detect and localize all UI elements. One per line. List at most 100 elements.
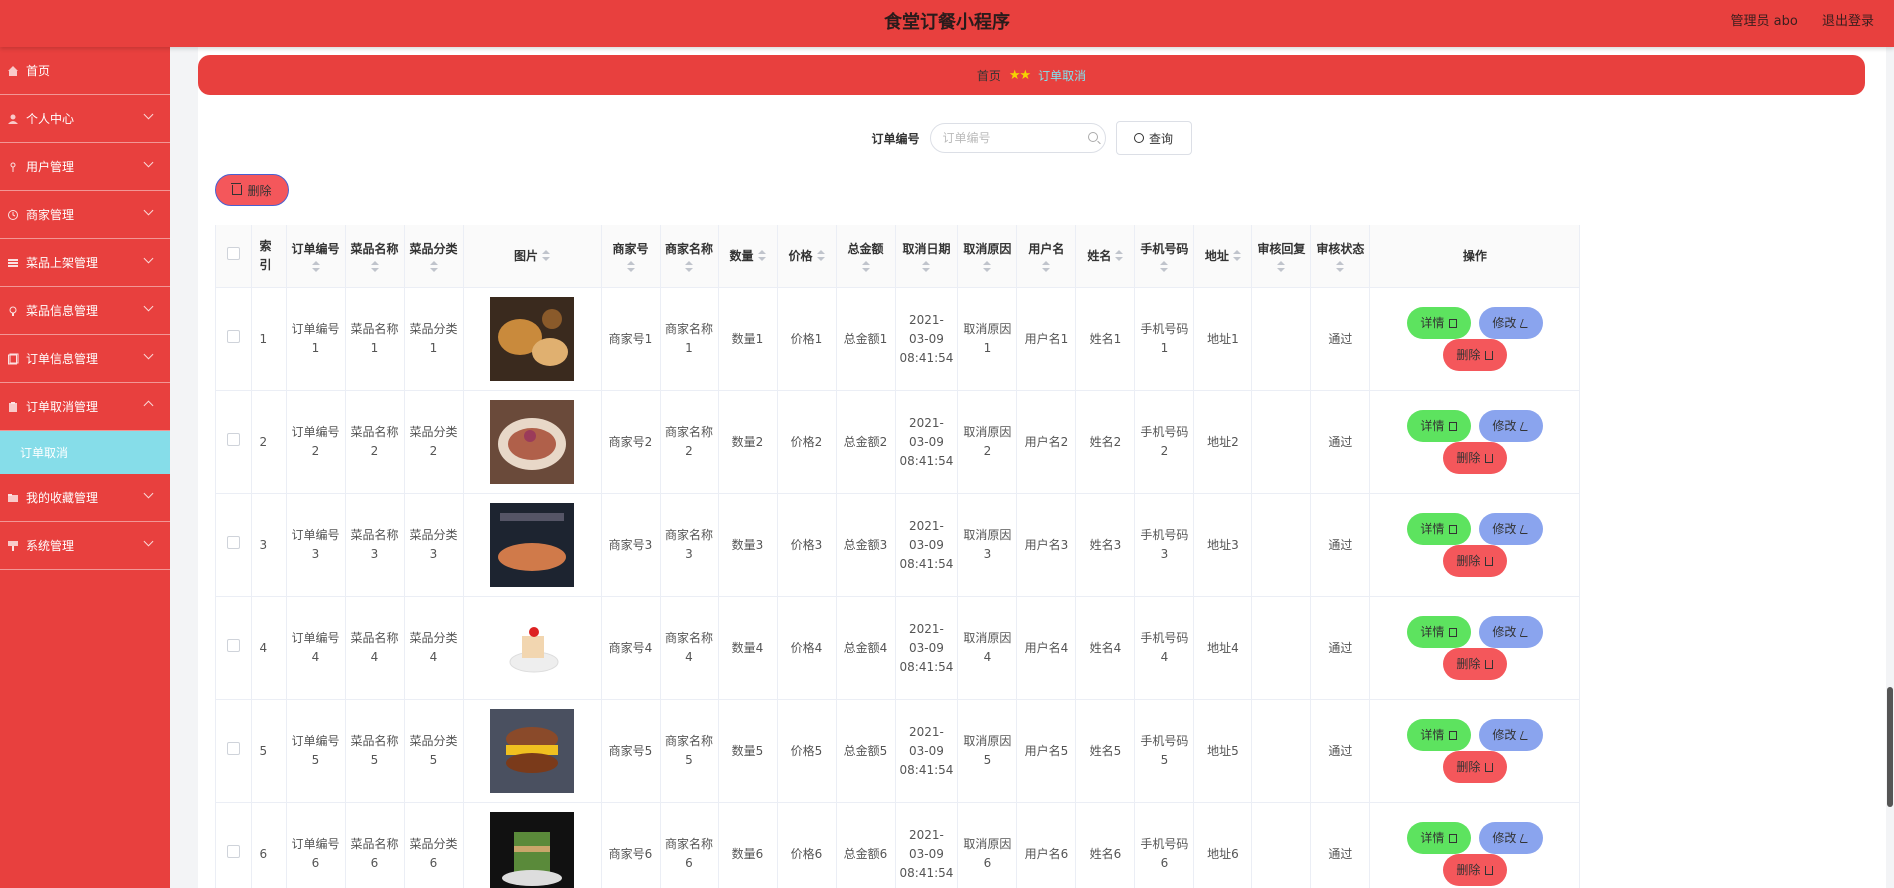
- delete-button[interactable]: 删除: [1442, 648, 1507, 680]
- col-cancel-reason[interactable]: 取消原因: [957, 225, 1018, 288]
- col-merchant-no[interactable]: 商家号: [601, 225, 661, 288]
- detail-button[interactable]: 详情: [1406, 410, 1471, 442]
- sort-icon[interactable]: [1277, 260, 1286, 273]
- col-cancel-date[interactable]: 取消日期: [895, 225, 959, 288]
- table-body: 1 订单编号1 菜品名称1 菜品分类1 商家号1 商家名称1 数量1 价格1 总金额1 2021-…: [216, 287, 1581, 888]
- sort-icon[interactable]: [685, 260, 693, 273]
- col-image[interactable]: 图片: [463, 225, 602, 288]
- col-dish-name[interactable]: 菜品名称: [345, 225, 405, 288]
- col-index: 索引: [251, 225, 287, 288]
- cell-cancel-reason: 取消原因1: [957, 287, 1018, 391]
- delete-button[interactable]: 删除: [1442, 442, 1507, 474]
- query-button[interactable]: 查询: [1115, 121, 1192, 155]
- sort-icon[interactable]: [1115, 250, 1124, 262]
- edit-label: 修改: [1492, 418, 1517, 433]
- edit-button[interactable]: 修改: [1478, 719, 1543, 751]
- edit-button[interactable]: 修改: [1478, 307, 1543, 339]
- sidebar-item-dish-info[interactable]: 菜品信息管理: [0, 287, 170, 335]
- logout-link[interactable]: 退出登录: [1822, 14, 1874, 29]
- col-review-reply[interactable]: 审核回复: [1251, 225, 1312, 288]
- cell-cancel-date: 2021-03-09 08:41:54: [895, 287, 959, 391]
- sort-icon[interactable]: [370, 260, 379, 273]
- sort-icon[interactable]: [816, 250, 825, 262]
- edit-button[interactable]: 修改: [1478, 513, 1543, 545]
- cell-order-no: 订单编号6: [286, 802, 346, 888]
- col-review-status[interactable]: 审核状态: [1310, 225, 1371, 288]
- cell-dish-cat: 菜品分类1: [404, 287, 464, 391]
- cell-review-reply: [1251, 493, 1312, 597]
- cell-merchant-name: 商家名称1: [660, 287, 719, 391]
- select-all-checkbox[interactable]: [226, 246, 240, 260]
- table-row: 5 订单编号5 菜品名称5 菜品分类5 商家号5 商家名称5 数量5 价格5 总金额5 2021-…: [216, 699, 1581, 803]
- detail-button[interactable]: 详情: [1406, 307, 1471, 339]
- col-total[interactable]: 总金额: [836, 225, 896, 288]
- detail-button[interactable]: 详情: [1406, 822, 1471, 854]
- cell-username: 用户名2: [1016, 390, 1077, 494]
- sidebar-item-dish-listing[interactable]: 菜品上架管理: [0, 239, 170, 287]
- sort-icon[interactable]: [983, 260, 992, 273]
- sort-icon[interactable]: [922, 260, 931, 273]
- sidebar-item-users[interactable]: 用户管理: [0, 143, 170, 191]
- current-user: 管理员 abo: [1730, 14, 1798, 29]
- col-dish-category[interactable]: 菜品分类: [404, 225, 464, 288]
- row-checkbox[interactable]: [226, 844, 240, 858]
- cell-review-status: 通过: [1310, 287, 1371, 391]
- chevron-down-icon: [143, 109, 154, 120]
- sidebar-item-order-cancel[interactable]: 订单取消管理: [0, 383, 170, 431]
- batch-delete-button[interactable]: 删除: [215, 174, 289, 206]
- sort-icon[interactable]: [429, 260, 438, 273]
- list-icon: [6, 256, 20, 270]
- scrollbar-thumb[interactable]: [1887, 687, 1893, 807]
- edit-button[interactable]: 修改: [1478, 410, 1543, 442]
- page-scrollbar[interactable]: [1886, 47, 1894, 888]
- sort-icon[interactable]: [311, 260, 320, 273]
- detail-button[interactable]: 详情: [1406, 513, 1471, 545]
- sidebar-item-merchants[interactable]: 商家管理: [0, 191, 170, 239]
- search-field-wrap: [929, 123, 1106, 153]
- cell-username: 用户名5: [1016, 699, 1077, 803]
- row-checkbox[interactable]: [226, 432, 240, 446]
- row-checkbox[interactable]: [226, 535, 240, 549]
- col-price[interactable]: 价格: [777, 225, 837, 288]
- sidebar-item-home[interactable]: 首页: [0, 47, 170, 95]
- delete-button[interactable]: 删除: [1442, 854, 1507, 886]
- delete-label: 删除: [1456, 656, 1481, 671]
- sort-icon[interactable]: [861, 260, 870, 273]
- detail-button[interactable]: 详情: [1406, 719, 1471, 751]
- breadcrumb-home[interactable]: 首页: [977, 67, 1001, 84]
- sort-icon[interactable]: [1232, 250, 1241, 262]
- sort-icon[interactable]: [542, 250, 550, 262]
- row-checkbox[interactable]: [226, 638, 240, 652]
- col-order-no[interactable]: 订单编号: [286, 225, 346, 288]
- delete-button[interactable]: 删除: [1442, 545, 1507, 577]
- sort-icon[interactable]: [757, 250, 766, 262]
- sidebar-item-label: 菜品信息管理: [26, 304, 99, 318]
- sidebar-item-personal[interactable]: 个人中心: [0, 95, 170, 143]
- sort-icon[interactable]: [1336, 260, 1345, 273]
- delete-button[interactable]: 删除: [1442, 751, 1507, 783]
- edit-button[interactable]: 修改: [1478, 616, 1543, 648]
- row-checkbox[interactable]: [226, 741, 240, 755]
- col-quantity[interactable]: 数量: [718, 225, 778, 288]
- sidebar-item-system[interactable]: 系统管理: [0, 522, 170, 570]
- submenu-item-order-cancel[interactable]: 订单取消: [0, 431, 170, 474]
- sort-icon[interactable]: [626, 260, 635, 273]
- dish-image: [490, 606, 574, 690]
- search-input[interactable]: [929, 123, 1106, 153]
- edit-button[interactable]: 修改: [1478, 822, 1543, 854]
- sort-icon[interactable]: [1042, 260, 1051, 273]
- col-name[interactable]: 姓名: [1075, 225, 1136, 288]
- col-address[interactable]: 地址: [1193, 225, 1253, 288]
- sidebar-item-favorites[interactable]: 我的收藏管理: [0, 474, 170, 522]
- edit-label: 修改: [1492, 624, 1517, 639]
- detail-button[interactable]: 详情: [1406, 616, 1471, 648]
- sidebar-item-order-info[interactable]: 订单信息管理: [0, 335, 170, 383]
- row-checkbox[interactable]: [226, 329, 240, 343]
- chevron-up-icon: [143, 400, 154, 411]
- col-merchant-name[interactable]: 商家名称: [660, 225, 719, 288]
- col-username[interactable]: 用户名: [1016, 225, 1077, 288]
- sort-icon[interactable]: [1160, 260, 1169, 273]
- cell-review-status: 通过: [1310, 596, 1371, 700]
- col-phone[interactable]: 手机号码: [1134, 225, 1195, 288]
- delete-button[interactable]: 删除: [1442, 339, 1507, 371]
